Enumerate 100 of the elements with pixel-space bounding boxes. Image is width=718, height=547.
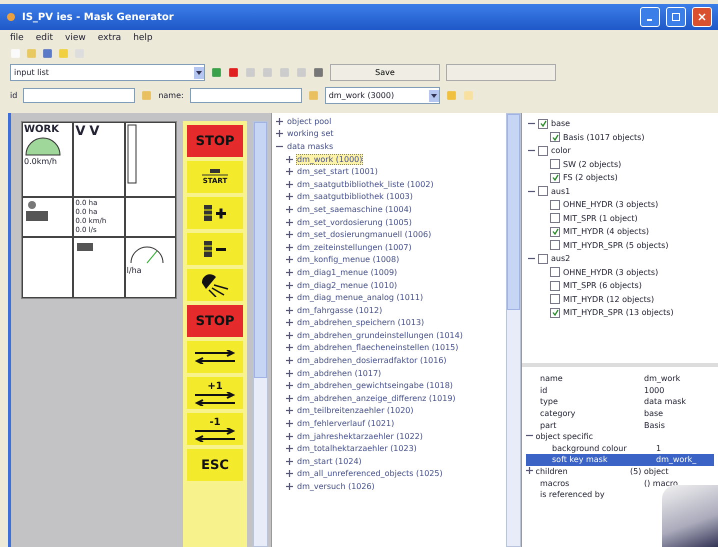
tree-item[interactable]: data masks bbox=[286, 140, 334, 152]
checkbox[interactable] bbox=[538, 186, 548, 196]
expand-icon[interactable] bbox=[286, 306, 293, 314]
tree-item[interactable]: dm_diag_menue_analog (1011) bbox=[296, 292, 424, 304]
tree-item[interactable]: dm_work (1000) bbox=[296, 154, 364, 165]
tree-item[interactable]: MIT_HYDR_SPR (5 objects) bbox=[563, 240, 668, 250]
maximize-button[interactable] bbox=[666, 7, 686, 27]
expand-icon[interactable] bbox=[286, 432, 293, 440]
scrollbar[interactable] bbox=[506, 113, 521, 547]
expand-icon[interactable] bbox=[286, 268, 293, 276]
input-list-dropdown[interactable]: input list bbox=[10, 64, 205, 81]
checkbox[interactable] bbox=[550, 294, 560, 304]
soft-key[interactable] bbox=[187, 197, 243, 229]
menu-item[interactable]: extra bbox=[98, 33, 122, 43]
soft-key[interactable]: -1 bbox=[187, 413, 243, 445]
tree-item[interactable]: dm_abdrehen_dosierradfaktor (1016) bbox=[296, 355, 448, 366]
tree-item[interactable]: dm_start (1024) bbox=[296, 456, 363, 467]
checkbox[interactable] bbox=[550, 172, 560, 183]
expand-icon[interactable] bbox=[286, 470, 293, 478]
tree-item[interactable]: dm_set_dosierungmanuell (1006) bbox=[296, 229, 432, 240]
tree-item[interactable]: dm_abdrehen_grundeinstellungen (1014) bbox=[296, 330, 464, 341]
expand-icon[interactable] bbox=[286, 332, 293, 339]
tree-item[interactable]: dm_set_saemaschine (1004) bbox=[296, 204, 413, 215]
expand-icon[interactable] bbox=[286, 344, 293, 352]
soft-key[interactable] bbox=[187, 233, 243, 265]
tree-item[interactable]: MIT_SPR (1 object) bbox=[563, 214, 638, 223]
checkbox[interactable] bbox=[550, 200, 560, 210]
expand-icon[interactable] bbox=[526, 467, 533, 474]
scrollbar[interactable] bbox=[253, 121, 268, 547]
tree-item[interactable]: dm_teilbreitenzaehler (1020) bbox=[296, 405, 415, 416]
minimize-button[interactable] bbox=[640, 7, 660, 27]
expand-icon[interactable] bbox=[286, 206, 293, 213]
tree-item[interactable]: dm_konfig_menue (1008) bbox=[296, 254, 400, 266]
soft-key[interactable]: STOP bbox=[187, 125, 243, 157]
tree-item[interactable]: OHNE_HYDR (3 objects) bbox=[563, 200, 658, 210]
expand-icon[interactable] bbox=[286, 244, 293, 251]
checkbox[interactable] bbox=[550, 213, 560, 224]
expand-icon[interactable] bbox=[286, 180, 293, 188]
tree-item[interactable]: dm_diag1_menue (1009) bbox=[296, 266, 398, 278]
checkbox[interactable] bbox=[550, 240, 560, 250]
tree-item[interactable]: dm_set_vordosierung (1005) bbox=[296, 216, 413, 228]
tree-item[interactable]: dm_totalhektarzaehler (1023) bbox=[296, 443, 418, 454]
tree-item[interactable]: dm_jahreshektarzaehler (1022) bbox=[296, 430, 424, 442]
tree-item[interactable]: dm_abdrehen_speichern (1013) bbox=[296, 317, 426, 328]
expand-icon[interactable] bbox=[286, 458, 293, 465]
expand-icon[interactable] bbox=[286, 256, 293, 264]
expand-icon[interactable] bbox=[286, 156, 293, 163]
tree-item[interactable]: Basis (1017 objects) bbox=[563, 132, 644, 142]
expand-icon[interactable] bbox=[286, 407, 293, 414]
tree-item[interactable]: dm_zeiteinstellungen (1007) bbox=[296, 242, 413, 253]
expand-icon[interactable] bbox=[286, 294, 293, 302]
expand-icon[interactable] bbox=[276, 130, 283, 138]
tree-item[interactable]: object pool bbox=[286, 116, 332, 127]
menu-item[interactable]: view bbox=[65, 33, 86, 43]
tree-item[interactable]: dm_set_start (1001) bbox=[296, 166, 379, 178]
tree-item[interactable]: dm_saatgutbibliothek (1003) bbox=[296, 191, 414, 202]
expand-icon[interactable] bbox=[286, 231, 293, 238]
soft-key[interactable]: +1 bbox=[187, 377, 243, 409]
tree-item[interactable]: aus2 bbox=[551, 254, 570, 264]
expand-icon[interactable] bbox=[286, 483, 293, 490]
expand-icon[interactable] bbox=[286, 168, 293, 176]
save-button[interactable]: Save bbox=[330, 64, 440, 81]
expand-icon[interactable] bbox=[286, 193, 293, 200]
checkbox[interactable] bbox=[538, 146, 548, 156]
tree-item[interactable]: dm_diag2_menue (1010) bbox=[296, 280, 398, 291]
name-field[interactable] bbox=[190, 88, 302, 103]
tree-item[interactable]: MIT_SPR (6 objects) bbox=[563, 281, 642, 290]
tree-item[interactable]: dm_saatgutbibliothek_liste (1002) bbox=[296, 178, 435, 190]
expand-icon[interactable] bbox=[286, 394, 293, 402]
expand-icon[interactable] bbox=[286, 445, 293, 452]
expand-icon[interactable] bbox=[286, 382, 293, 390]
checkbox[interactable] bbox=[550, 159, 560, 170]
tree-item[interactable]: dm_abdrehen_anzeige_differenz (1019) bbox=[296, 392, 457, 404]
checkbox[interactable] bbox=[550, 308, 560, 318]
expand-icon[interactable] bbox=[286, 357, 293, 364]
tree-item[interactable]: dm_abdrehen (1017) bbox=[296, 368, 382, 379]
tree-item[interactable]: base bbox=[551, 119, 570, 128]
expand-icon[interactable] bbox=[286, 420, 293, 428]
checkbox[interactable] bbox=[550, 280, 560, 291]
expand-icon[interactable] bbox=[286, 282, 293, 289]
tree-item[interactable]: dm_abdrehen_flaecheneinstellen (1015) bbox=[296, 342, 460, 354]
checkbox[interactable] bbox=[550, 132, 560, 142]
tree-item[interactable]: FS (2 objects) bbox=[563, 173, 618, 182]
mask-dropdown[interactable]: dm_work (3000) bbox=[324, 87, 440, 104]
id-field[interactable] bbox=[23, 88, 136, 103]
tree-item[interactable]: color bbox=[551, 146, 571, 156]
expand-icon[interactable] bbox=[286, 319, 293, 326]
checkbox[interactable] bbox=[550, 226, 560, 237]
menu-item[interactable]: edit bbox=[36, 33, 53, 43]
close-button[interactable] bbox=[692, 7, 712, 27]
tree-item[interactable]: dm_versuch (1026) bbox=[296, 481, 376, 492]
soft-key[interactable] bbox=[187, 269, 243, 301]
expand-icon[interactable] bbox=[276, 118, 283, 125]
checkbox[interactable] bbox=[538, 254, 548, 264]
soft-key[interactable]: ESC bbox=[187, 449, 243, 481]
menu-item[interactable]: file bbox=[10, 33, 24, 43]
soft-key[interactable] bbox=[187, 341, 243, 373]
tree-item[interactable]: working set bbox=[286, 128, 334, 140]
tree-item[interactable]: dm_all_unreferenced_objects (1025) bbox=[296, 468, 444, 480]
menu-item[interactable]: help bbox=[133, 33, 153, 43]
